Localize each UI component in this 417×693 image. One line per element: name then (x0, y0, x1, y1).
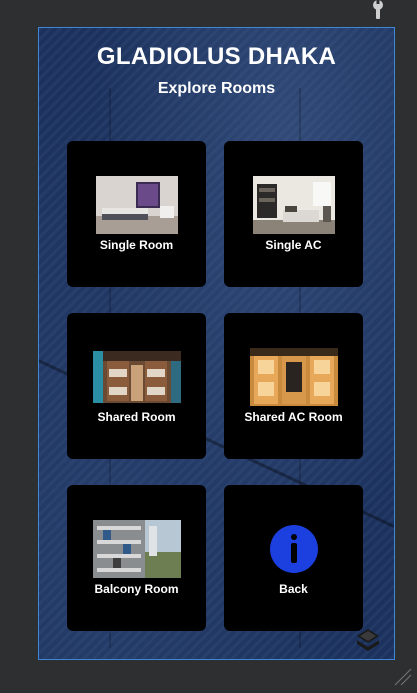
shared-room-photo (92, 351, 181, 403)
room-card-single-room[interactable]: Single Room (67, 141, 206, 287)
single-ac-photo (252, 176, 335, 234)
room-card-label: Shared Room (97, 410, 176, 424)
resize-grip-icon[interactable] (391, 665, 413, 687)
balcony-room-photo (92, 520, 181, 578)
main-panel: GLADIOLUS DHAKA Explore Rooms Single Roo… (38, 27, 395, 660)
single-room-photo (95, 176, 178, 234)
info-icon (269, 525, 318, 573)
room-card-label: Single AC (265, 238, 322, 252)
room-card-shared-room[interactable]: Shared Room (67, 313, 206, 459)
page-subtitle: Explore Rooms (157, 80, 276, 97)
layers-icon (357, 629, 379, 651)
room-card-shared-ac-room[interactable]: Shared AC Room (224, 313, 363, 459)
room-card-single-ac[interactable]: Single AC (224, 141, 363, 287)
shared-ac-room-photo (249, 348, 338, 406)
room-card-balcony-room[interactable]: Balcony Room (67, 485, 206, 631)
room-card-label: Single Room (99, 238, 174, 252)
room-card-label: Balcony Room (94, 582, 179, 596)
page-title: GLADIOLUS DHAKA (96, 43, 337, 70)
back-button[interactable]: Back (224, 485, 363, 631)
wrench-icon (373, 0, 383, 19)
back-button-label: Back (279, 582, 308, 596)
room-card-label: Shared AC Room (244, 410, 343, 424)
